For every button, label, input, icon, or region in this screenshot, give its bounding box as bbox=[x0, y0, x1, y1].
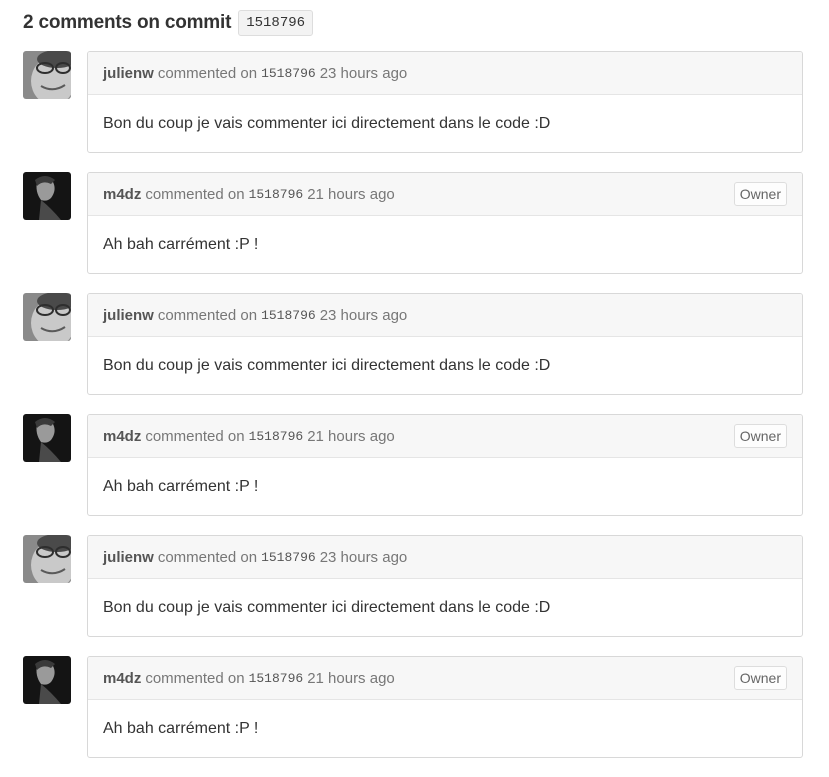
comment-action-text: commented on bbox=[157, 548, 258, 566]
comment-box: julienw commented on 1518796 23 hours ag… bbox=[87, 51, 803, 153]
comment-sha-link[interactable]: 1518796 bbox=[249, 429, 304, 444]
comment-header: m4dz commented on 1518796 21 hours ago O… bbox=[88, 173, 802, 216]
comment: m4dz commented on 1518796 21 hours ago O… bbox=[0, 172, 829, 293]
comment-box: julienw commented on 1518796 23 hours ag… bbox=[87, 293, 803, 395]
comment-sha-link[interactable]: 1518796 bbox=[261, 550, 316, 565]
comment-timestamp[interactable]: 23 hours ago bbox=[320, 549, 408, 566]
comment-author-link[interactable]: julienw bbox=[103, 307, 154, 324]
comment-action-text: commented on bbox=[157, 64, 258, 82]
owner-badge: Owner bbox=[733, 424, 787, 448]
comment-header: julienw commented on 1518796 23 hours ag… bbox=[88, 52, 802, 95]
comment-header: julienw commented on 1518796 23 hours ag… bbox=[88, 536, 802, 579]
comment-timestamp[interactable]: 23 hours ago bbox=[320, 65, 408, 82]
comment-header: m4dz commented on 1518796 21 hours ago O… bbox=[88, 657, 802, 700]
comment-sha-link[interactable]: 1518796 bbox=[261, 66, 316, 81]
comment-box: julienw commented on 1518796 23 hours ag… bbox=[87, 535, 803, 637]
comment-action-text: commented on bbox=[157, 306, 258, 324]
comment-body: Bon du coup je vais commenter ici direct… bbox=[103, 356, 551, 374]
comment-header: julienw commented on 1518796 23 hours ag… bbox=[88, 294, 802, 337]
comment-body: Ah bah carrément :P ! bbox=[103, 235, 259, 253]
avatar-m4dz[interactable] bbox=[23, 414, 71, 462]
comment: m4dz commented on 1518796 21 hours ago O… bbox=[0, 656, 829, 777]
comment-box: m4dz commented on 1518796 21 hours ago O… bbox=[87, 172, 803, 274]
comment-body: Ah bah carrément :P ! bbox=[103, 477, 259, 495]
comments-count-title: 2 comments on commit bbox=[23, 12, 232, 33]
comment-body: Bon du coup je vais commenter ici direct… bbox=[103, 114, 551, 132]
avatar-m4dz[interactable] bbox=[23, 656, 71, 704]
comment-author-link[interactable]: julienw bbox=[103, 549, 154, 566]
owner-badge: Owner bbox=[733, 182, 787, 206]
comment: julienw commented on 1518796 23 hours ag… bbox=[0, 535, 829, 656]
comment-action-text: commented on bbox=[145, 427, 245, 445]
avatar-julienw[interactable] bbox=[23, 293, 71, 341]
comment: julienw commented on 1518796 23 hours ag… bbox=[0, 293, 829, 414]
comment: m4dz commented on 1518796 21 hours ago O… bbox=[0, 414, 829, 535]
avatar-m4dz[interactable] bbox=[23, 172, 71, 220]
comment-header: m4dz commented on 1518796 21 hours ago O… bbox=[88, 415, 802, 458]
commit-sha-badge[interactable]: 1518796 bbox=[238, 10, 314, 36]
comment-box: m4dz commented on 1518796 21 hours ago O… bbox=[87, 656, 803, 758]
comment-body: Ah bah carrément :P ! bbox=[103, 719, 259, 737]
comment-timestamp[interactable]: 21 hours ago bbox=[307, 186, 395, 203]
comment-box: m4dz commented on 1518796 21 hours ago O… bbox=[87, 414, 803, 516]
comment: julienw commented on 1518796 23 hours ag… bbox=[0, 51, 829, 172]
comment-timestamp[interactable]: 21 hours ago bbox=[307, 670, 395, 687]
comment-author-link[interactable]: julienw bbox=[103, 65, 154, 82]
comments-heading: 2 comments on commit 1518796 bbox=[23, 9, 314, 37]
comment-sha-link[interactable]: 1518796 bbox=[249, 671, 304, 686]
comment-author-link[interactable]: m4dz bbox=[103, 428, 141, 445]
comment-author-link[interactable]: m4dz bbox=[103, 186, 141, 203]
comment-timestamp[interactable]: 23 hours ago bbox=[320, 307, 408, 324]
comment-list: julienw commented on 1518796 23 hours ag… bbox=[0, 51, 829, 777]
comment-body: Bon du coup je vais commenter ici direct… bbox=[103, 598, 551, 616]
avatar-julienw[interactable] bbox=[23, 51, 71, 99]
comment-sha-link[interactable]: 1518796 bbox=[261, 308, 316, 323]
comment-timestamp[interactable]: 21 hours ago bbox=[307, 428, 395, 445]
avatar-julienw[interactable] bbox=[23, 535, 71, 583]
comment-action-text: commented on bbox=[145, 669, 245, 687]
comment-sha-link[interactable]: 1518796 bbox=[249, 187, 304, 202]
owner-badge: Owner bbox=[733, 666, 787, 690]
comment-author-link[interactable]: m4dz bbox=[103, 670, 141, 687]
comment-action-text: commented on bbox=[145, 185, 245, 203]
